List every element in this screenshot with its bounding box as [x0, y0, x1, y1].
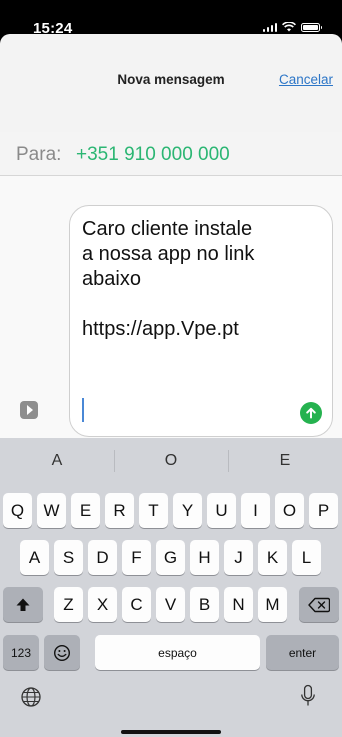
text-caret [82, 398, 84, 422]
backspace-icon [308, 597, 330, 612]
key-r[interactable]: R [105, 493, 134, 528]
key-c[interactable]: C [122, 587, 151, 622]
message-input[interactable]: Caro cliente instale a nossa app no link… [69, 205, 333, 437]
wifi-icon [282, 22, 296, 32]
send-arrow-icon [306, 407, 316, 419]
shift-icon [16, 598, 30, 611]
recipient-label: Para: [16, 144, 62, 165]
keyboard: A O E Q W E R T Y U I O P A S D F G H J … [0, 438, 342, 737]
key-q[interactable]: Q [3, 493, 32, 528]
battery-icon [301, 22, 322, 32]
key-k[interactable]: K [258, 540, 287, 575]
prediction-3[interactable]: E [228, 438, 342, 484]
key-g[interactable]: G [156, 540, 185, 575]
key-t[interactable]: T [139, 493, 168, 528]
key-v[interactable]: V [156, 587, 185, 622]
message-text: Caro cliente instale a nossa app no link… [82, 218, 255, 340]
key-w[interactable]: W [37, 493, 66, 528]
home-indicator[interactable] [121, 730, 221, 734]
microphone-icon[interactable] [300, 684, 316, 715]
key-h[interactable]: H [190, 540, 219, 575]
recipient-field[interactable]: Para: +351 910 000 000 [0, 132, 342, 176]
key-z[interactable]: Z [54, 587, 83, 622]
key-x[interactable]: X [88, 587, 117, 622]
navigation-bar: Nova mensagem Cancelar [0, 34, 342, 132]
key-p[interactable]: P [309, 493, 338, 528]
key-m[interactable]: M [258, 587, 287, 622]
key-d[interactable]: D [88, 540, 117, 575]
shift-key[interactable] [3, 587, 43, 622]
key-n[interactable]: N [224, 587, 253, 622]
space-key[interactable]: espaço [95, 635, 260, 670]
recipient-value[interactable]: +351 910 000 000 [76, 144, 230, 166]
predictive-bar: A O E [0, 438, 342, 484]
key-j[interactable]: J [224, 540, 253, 575]
key-i[interactable]: I [241, 493, 270, 528]
emoji-icon [53, 644, 71, 661]
numbers-key[interactable]: 123 [3, 635, 39, 670]
screen: 15:24 Nova mensagem Cancelar Para: +351 … [0, 0, 342, 737]
key-u[interactable]: U [207, 493, 236, 528]
backspace-key[interactable] [299, 587, 339, 622]
enter-key[interactable]: enter [266, 635, 339, 670]
send-button[interactable] [300, 402, 322, 424]
key-f[interactable]: F [122, 540, 151, 575]
prediction-1[interactable]: A [0, 438, 114, 484]
key-l[interactable]: L [292, 540, 321, 575]
status-icons [262, 22, 322, 32]
key-b[interactable]: B [190, 587, 219, 622]
message-area: Caro cliente instale a nossa app no link… [0, 176, 342, 438]
key-e[interactable]: E [71, 493, 100, 528]
cancel-button[interactable]: Cancelar [279, 72, 333, 87]
apps-icon[interactable] [20, 401, 38, 419]
prediction-2[interactable]: O [114, 438, 228, 484]
signal-icon [262, 22, 277, 32]
globe-icon[interactable] [20, 686, 42, 713]
key-o[interactable]: O [275, 493, 304, 528]
key-s[interactable]: S [54, 540, 83, 575]
key-a[interactable]: A [20, 540, 49, 575]
emoji-key[interactable] [44, 635, 80, 670]
key-y[interactable]: Y [173, 493, 202, 528]
